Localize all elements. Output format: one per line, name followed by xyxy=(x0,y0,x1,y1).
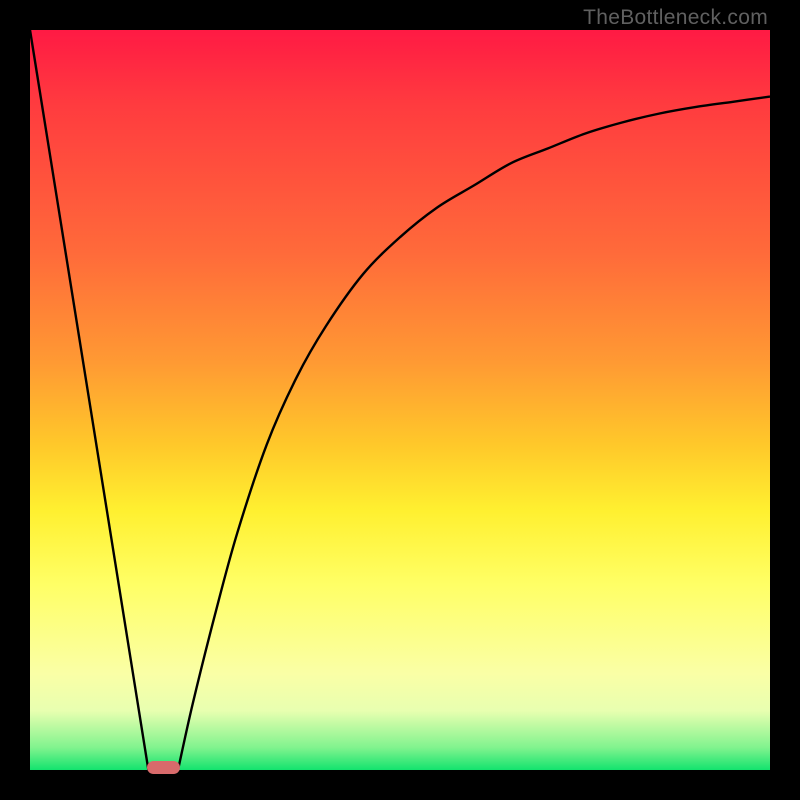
curve-layer xyxy=(30,30,770,770)
watermark-text: TheBottleneck.com xyxy=(583,6,768,30)
chart-container: TheBottleneck.com xyxy=(0,0,800,800)
right-curve-path xyxy=(178,97,770,770)
left-line-path xyxy=(30,30,148,770)
plot-area xyxy=(30,30,770,770)
bottleneck-marker xyxy=(147,761,180,774)
